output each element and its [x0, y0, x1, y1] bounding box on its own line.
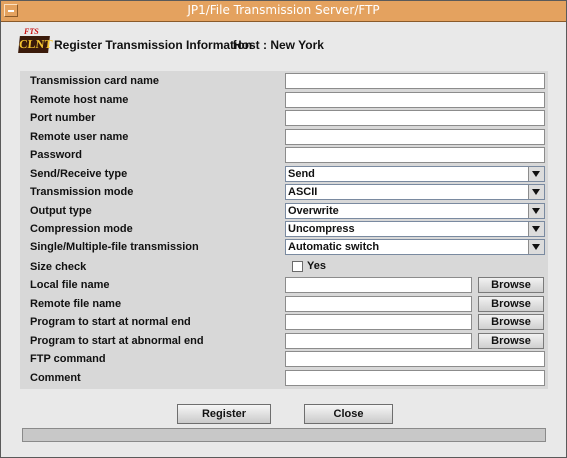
trans-mode-select[interactable]: ASCII: [285, 184, 545, 200]
local-file-label: Local file name: [30, 279, 110, 291]
size-check-option-label[interactable]: Yes: [307, 260, 326, 272]
remote-file-field-box: [285, 296, 472, 314]
remote-user-field-box: [285, 129, 545, 147]
remote-file-label: Remote file name: [30, 298, 122, 310]
row-prog-abnormal: Program to start at abnormal end Browse: [20, 332, 548, 351]
row-card-name: Transmission card name: [20, 72, 548, 91]
comment-field-box: [285, 370, 545, 388]
comment-label: Comment: [30, 372, 81, 384]
port-label: Port number: [30, 112, 96, 124]
remote-file-browse-button[interactable]: Browse: [478, 296, 544, 312]
prog-normal-input[interactable]: [286, 318, 471, 332]
row-size-check: Size check Yes: [20, 258, 548, 276]
prog-normal-label: Program to start at normal end: [30, 316, 191, 328]
host-label: Host : New York: [233, 38, 324, 52]
size-check-checkbox[interactable]: [292, 261, 303, 272]
size-check-label: Size check: [30, 261, 87, 273]
port-input[interactable]: [286, 114, 544, 128]
status-bar: [22, 428, 546, 442]
row-password: Password: [20, 146, 548, 165]
row-compression: Compression mode Uncompress: [20, 220, 548, 238]
send-receive-value: Send: [288, 168, 315, 180]
registration-form: Transmission card name Remote host name …: [20, 71, 548, 389]
logo-text-bottom: CLNT: [18, 36, 54, 53]
prog-abnormal-field-box: [285, 333, 472, 351]
row-remote-user: Remote user name: [20, 128, 548, 147]
remote-host-field-box: [285, 92, 545, 110]
window-title: JP1/File Transmission Server/FTP: [187, 3, 380, 17]
row-output-type: Output type Overwrite: [20, 202, 548, 220]
local-file-input[interactable]: [286, 281, 471, 295]
register-button[interactable]: Register: [177, 404, 271, 424]
title-bar[interactable]: JP1/File Transmission Server/FTP: [1, 1, 566, 22]
ftp-command-input[interactable]: [286, 355, 544, 369]
chevron-down-icon[interactable]: [528, 204, 544, 218]
single-multi-label: Single/Multiple-file transmission: [30, 241, 199, 253]
trans-mode-value: ASCII: [288, 186, 318, 198]
chevron-down-icon[interactable]: [528, 167, 544, 181]
send-receive-select[interactable]: Send: [285, 166, 545, 182]
row-ftp-command: FTP command: [20, 350, 548, 369]
chevron-down-icon[interactable]: [528, 185, 544, 199]
prog-abnormal-input[interactable]: [286, 337, 471, 351]
password-input[interactable]: [286, 151, 544, 165]
prog-abnormal-label: Program to start at abnormal end: [30, 335, 204, 347]
remote-host-label: Remote host name: [30, 94, 129, 106]
compression-value: Uncompress: [288, 223, 355, 235]
row-remote-host: Remote host name: [20, 91, 548, 110]
comment-input[interactable]: [286, 374, 544, 388]
local-file-field-box: [285, 277, 472, 295]
row-prog-normal: Program to start at normal end Browse: [20, 313, 548, 332]
send-receive-label: Send/Receive type: [30, 168, 128, 180]
password-label: Password: [30, 149, 82, 161]
password-field-box: [285, 147, 545, 165]
output-type-select[interactable]: Overwrite: [285, 203, 545, 219]
remote-file-input[interactable]: [286, 300, 471, 314]
row-single-multi: Single/Multiple-file transmission Automa…: [20, 238, 548, 256]
remote-host-input[interactable]: [286, 96, 544, 110]
single-multi-select[interactable]: Automatic switch: [285, 239, 545, 255]
chevron-down-icon[interactable]: [528, 240, 544, 254]
compression-select[interactable]: Uncompress: [285, 221, 545, 237]
row-remote-file: Remote file name Browse: [20, 295, 548, 314]
row-send-receive: Send/Receive type Send: [20, 165, 548, 183]
ftp-command-field-box: [285, 351, 545, 369]
card-name-label: Transmission card name: [30, 75, 159, 87]
remote-user-label: Remote user name: [30, 131, 129, 143]
port-field-box: [285, 110, 545, 128]
single-multi-value: Automatic switch: [288, 241, 380, 253]
page-title: Register Transmission Information: [54, 38, 253, 52]
row-port: Port number: [20, 109, 548, 128]
ftp-command-label: FTP command: [30, 353, 106, 365]
close-button[interactable]: Close: [304, 404, 393, 424]
fts-client-logo-icon: FTS CLNT: [18, 27, 54, 57]
row-trans-mode: Transmission mode ASCII: [20, 183, 548, 201]
card-name-input[interactable]: [286, 77, 544, 91]
row-local-file: Local file name Browse: [20, 276, 548, 295]
prog-normal-browse-button[interactable]: Browse: [478, 314, 544, 330]
local-file-browse-button[interactable]: Browse: [478, 277, 544, 293]
prog-abnormal-browse-button[interactable]: Browse: [478, 333, 544, 349]
chevron-down-icon[interactable]: [528, 222, 544, 236]
prog-normal-field-box: [285, 314, 472, 332]
app-window: JP1/File Transmission Server/FTP FTS CLN…: [0, 0, 567, 458]
output-type-value: Overwrite: [288, 205, 339, 217]
remote-user-input[interactable]: [286, 133, 544, 147]
row-comment: Comment: [20, 369, 548, 388]
output-type-label: Output type: [30, 205, 92, 217]
logo-text-top: FTS: [24, 27, 39, 36]
card-name-field-box: [285, 73, 545, 91]
trans-mode-label: Transmission mode: [30, 186, 134, 198]
compression-label: Compression mode: [30, 223, 133, 235]
